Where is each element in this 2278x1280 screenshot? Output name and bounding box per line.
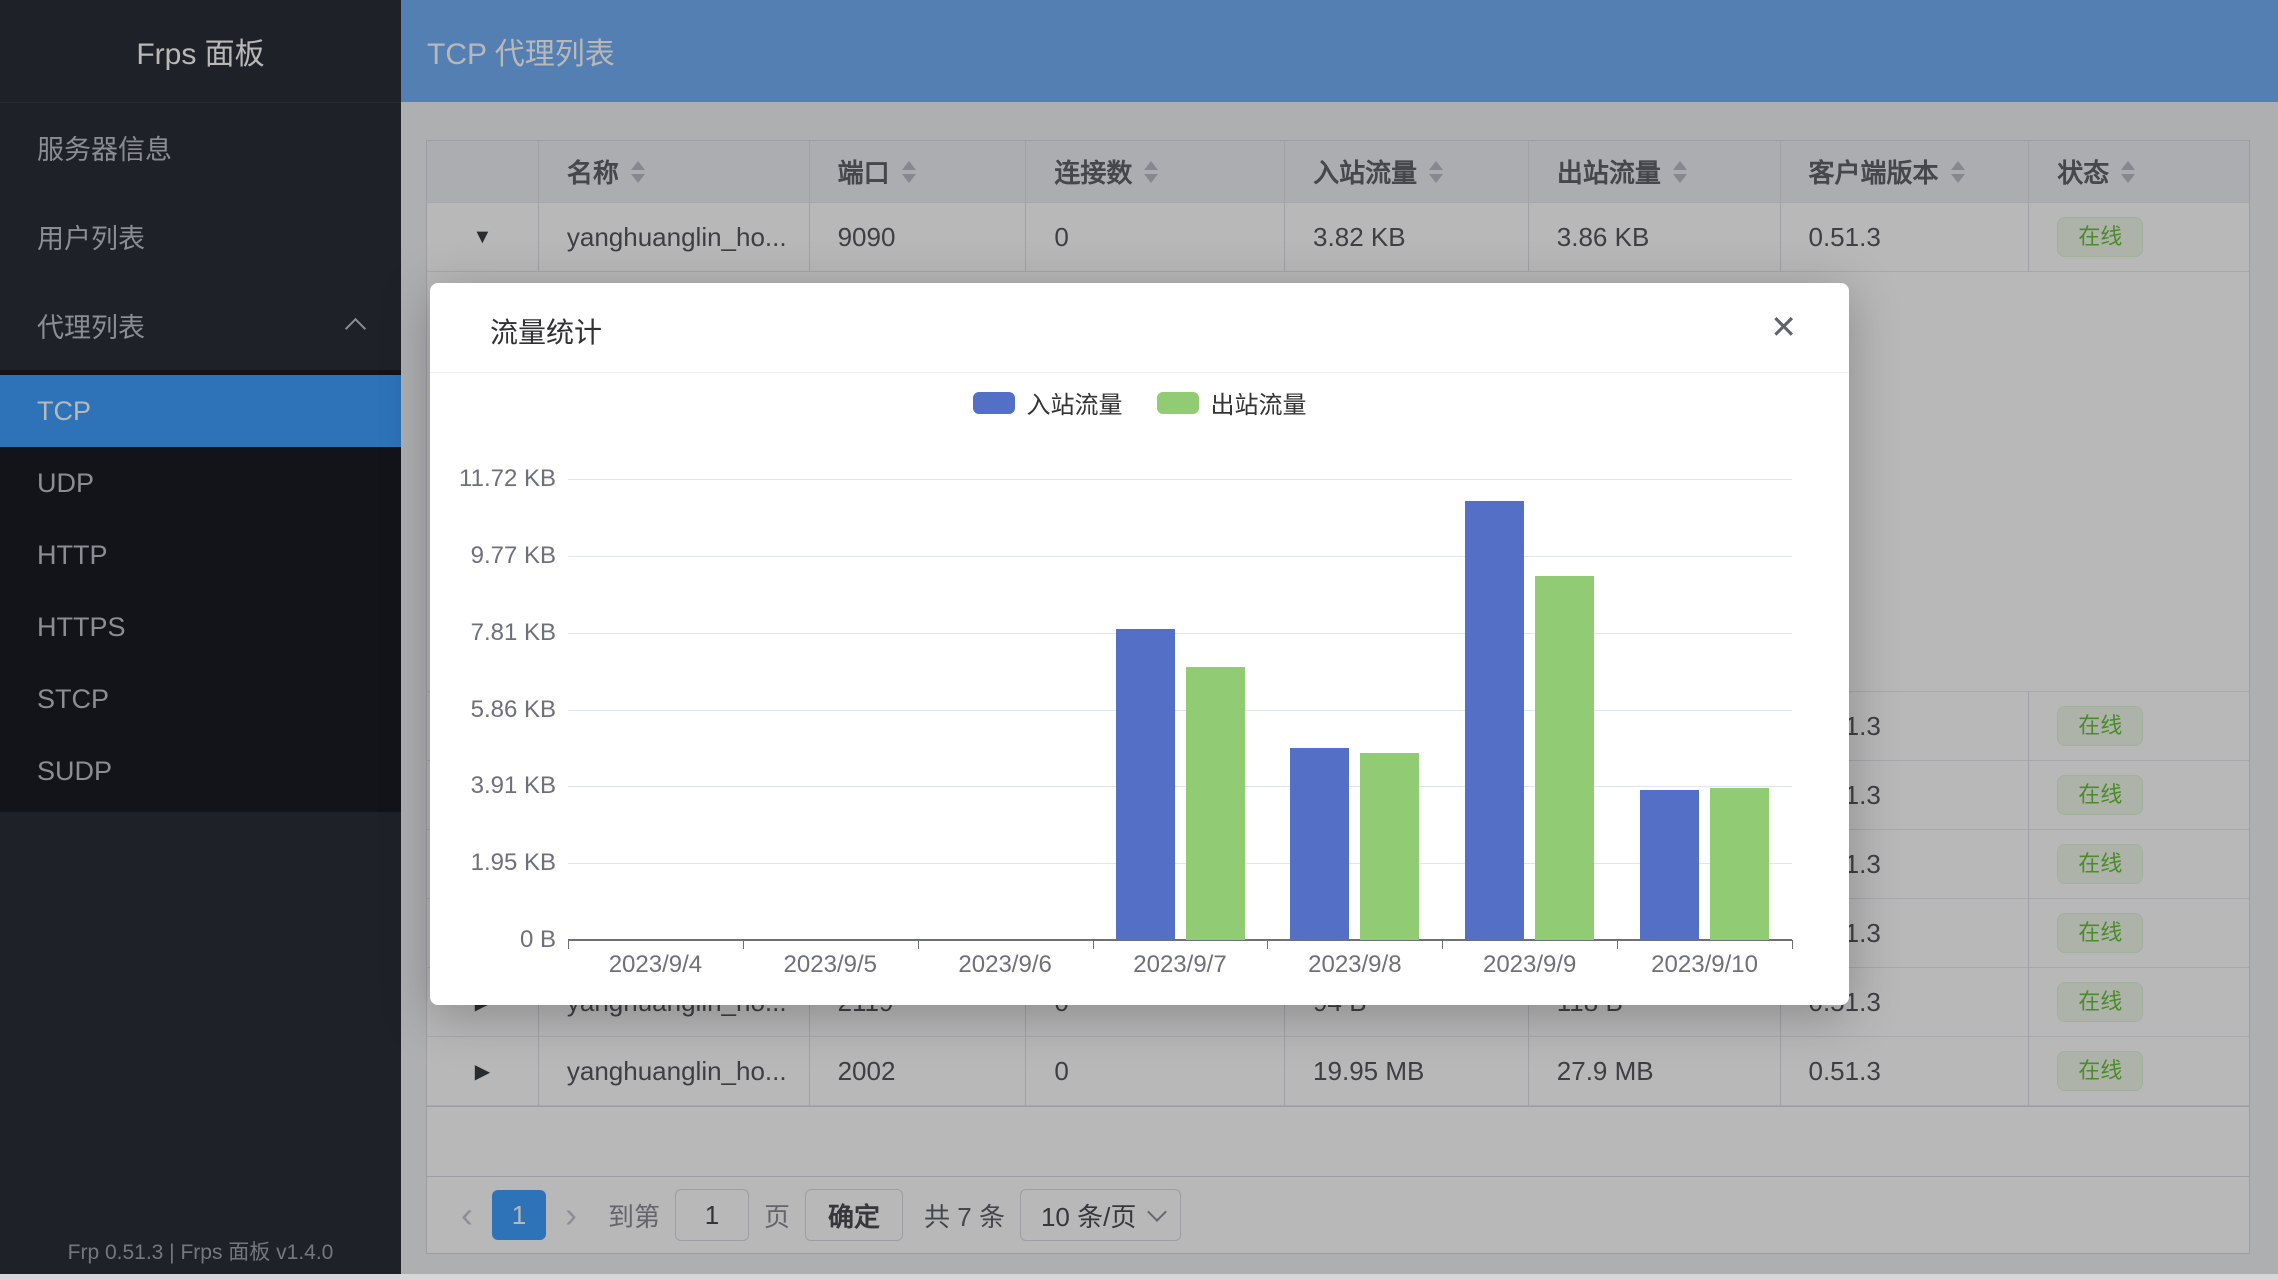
gridline <box>568 633 1792 634</box>
x-axis-label: 2023/9/6 <box>918 951 1093 979</box>
legend-label: 入站流量 <box>1027 385 1123 420</box>
traffic-stats-modal: 流量统计 ✕ 入站流量 出站流量 11.72 KB9.77 KB7.81 KB5.… <box>430 283 1849 1005</box>
y-axis-label: 0 B <box>396 926 556 954</box>
x-axis-label: 2023/9/10 <box>1617 951 1792 979</box>
y-axis-label: 3.91 KB <box>396 772 556 800</box>
axis-tick <box>743 940 744 949</box>
y-axis-label: 1.95 KB <box>396 849 556 877</box>
legend-swatch <box>973 392 1015 414</box>
axis-tick <box>1267 940 1268 949</box>
axis-tick <box>1442 940 1443 949</box>
bar-outbound <box>1710 788 1769 940</box>
gridline <box>568 786 1792 787</box>
legend-swatch <box>1157 392 1199 414</box>
y-axis-label: 9.77 KB <box>396 542 556 570</box>
axis-tick <box>568 940 569 949</box>
window-bottom-edge <box>0 1274 2278 1280</box>
close-icon[interactable]: ✕ <box>1770 309 1797 345</box>
y-axis-label: 7.81 KB <box>396 619 556 647</box>
bar-outbound <box>1186 667 1245 940</box>
chart-legend: 入站流量 出站流量 <box>430 385 1849 420</box>
bar-outbound <box>1535 576 1594 940</box>
bar-outbound <box>1360 753 1419 940</box>
axis-tick <box>1093 940 1094 949</box>
x-axis-label: 2023/9/9 <box>1442 951 1617 979</box>
axis-tick <box>1617 940 1618 949</box>
bar-inbound <box>1290 748 1349 940</box>
modal-title: 流量统计 <box>490 311 602 351</box>
y-axis-label: 11.72 KB <box>396 465 556 493</box>
bar-inbound <box>1640 790 1699 940</box>
x-axis-label: 2023/9/8 <box>1267 951 1442 979</box>
legend-item[interactable]: 出站流量 <box>1157 385 1307 420</box>
gridline <box>568 556 1792 557</box>
frps-dashboard: Frps 面板 服务器信息用户列表代理列表TCPUDPHTTPHTTPSSTCP… <box>0 0 2278 1280</box>
legend-item[interactable]: 入站流量 <box>973 385 1123 420</box>
x-axis-label: 2023/9/7 <box>1093 951 1268 979</box>
gridline <box>568 710 1792 711</box>
legend-label: 出站流量 <box>1211 385 1307 420</box>
axis-tick <box>918 940 919 949</box>
gridline <box>568 479 1792 480</box>
y-axis-label: 5.86 KB <box>396 696 556 724</box>
axis-tick <box>1792 940 1793 949</box>
traffic-bar-chart: 11.72 KB9.77 KB7.81 KB5.86 KB3.91 KB1.95… <box>568 479 1792 940</box>
x-axis-line <box>568 939 1792 941</box>
modal-header: 流量统计 ✕ <box>430 283 1849 373</box>
gridline <box>568 863 1792 864</box>
x-axis-label: 2023/9/5 <box>743 951 918 979</box>
x-axis-label: 2023/9/4 <box>568 951 743 979</box>
bar-inbound <box>1465 501 1524 940</box>
bar-inbound <box>1116 629 1175 940</box>
